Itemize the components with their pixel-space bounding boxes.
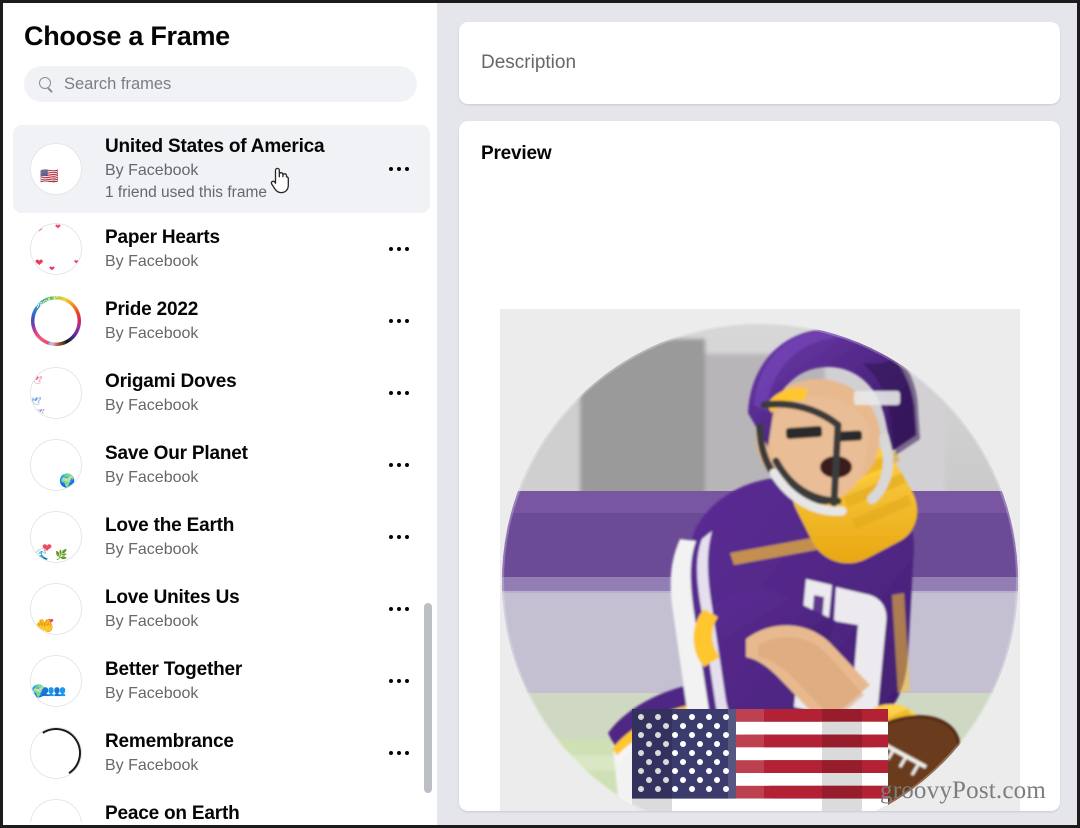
frame-note: 1 friend used this frame [105,184,267,201]
preview-label: Preview [481,143,552,164]
earth-icon: 🌊 [35,549,49,561]
frame-thumbnail: ❤ 🌊 🌿 [30,511,82,563]
frame-meta: Pride 2022 By Facebook [82,298,382,345]
list-item[interactable]: ❤ 🌊 🌿 Love the Earth By Facebook [13,501,430,573]
frame-thumbnail: 🇺🇸 [30,143,82,195]
frame-options-button[interactable] [382,592,416,626]
frame-title: Pride 2022 [105,298,199,320]
page-title: Choose a Frame [24,21,230,51]
paper-hearts-icon: ❤ [35,258,44,269]
frame-thumbnail: ❤ ❤ ❤ ❤ ❤ [30,223,82,275]
frame-options-button[interactable] [382,808,416,822]
frame-author: By Facebook [105,468,199,486]
frame-author: By Facebook [105,396,199,414]
frame-meta: Love Unites Us By Facebook [82,586,382,633]
list-item[interactable]: 🌍 Save Our Planet By Facebook [13,429,430,501]
frame-options-button[interactable] [382,520,416,554]
paper-hearts-icon: ❤ [73,260,79,266]
frame-title: Paper Hearts [105,226,220,248]
frame-title: United States of America [105,136,325,157]
paper-hearts-icon: ❤ [49,266,55,273]
frame-thumbnail: 🌍 [30,439,82,491]
list-item[interactable]: ❤ 🤲 Love Unites Us By Facebook [13,573,430,645]
planet-leaf-icon: 🌍 [59,473,76,488]
frame-meta: Better Together By Facebook [82,658,382,705]
frame-meta: Save Our Planet By Facebook [82,442,382,489]
paper-hearts-icon: ❤ [55,224,61,231]
origami-dove-icon: 🕊 [31,397,42,406]
frame-title: Save Our Planet [105,442,248,464]
frame-author: By Facebook [105,162,199,179]
search-input[interactable] [64,74,403,94]
frame-meta: Paper Hearts By Facebook [82,226,382,273]
flag-usa-icon: 🇺🇸 [40,168,59,185]
frame-options-button[interactable] [382,304,416,338]
frame-options-button[interactable] [382,664,416,698]
frame-title: Better Together [105,658,243,680]
list-item[interactable]: 🇺🇸 United States of America By Facebook … [13,125,430,213]
scrollbar-thumb[interactable] [424,603,432,793]
frame-title: Love the Earth [105,514,235,536]
frame-author: By Facebook [105,684,199,702]
scrollbar-track[interactable] [422,125,434,822]
search-frames-field[interactable] [24,66,417,102]
frame-meta: United States of America By Facebook 1 f… [82,135,382,203]
list-item[interactable]: 🕊 🕊 🕊 Origami Doves By Facebook [13,357,430,429]
preview-photo-graphic [500,309,1020,811]
frame-thumbnail: PRIDE 2022 [30,295,82,347]
frame-thumbnail: 🌍 👥👥 [30,655,82,707]
frame-thumbnail: 🕊 🕊 🕊 [30,367,82,419]
black-arc-icon [31,728,81,778]
origami-dove-icon: 🕊 [37,410,45,416]
people-icon: 👥👥 [42,686,66,697]
frame-title: Love Unites Us [105,586,240,608]
watermark: groovyPost.com [880,777,1046,804]
frame-meta: Origami Doves By Facebook [82,370,382,417]
list-item[interactable]: 🕊 Peace on Earth By Facebook [13,789,430,822]
frame-list[interactable]: 🇺🇸 United States of America By Facebook … [6,125,437,822]
frame-options-button[interactable] [382,376,416,410]
description-input[interactable] [481,52,1038,74]
frame-options-button[interactable] [382,152,416,186]
frame-author: By Facebook [105,252,199,270]
frame-author: By Facebook [105,540,199,558]
frame-meta: Love the Earth By Facebook [82,514,382,561]
preview-card: Preview groovyPost.com [459,121,1060,811]
origami-dove-icon: 🕊 [32,376,43,385]
earth-icon: 🌿 [55,550,68,561]
frame-options-button[interactable] [382,232,416,266]
frame-picker-dialog: Choose a Frame 🇺🇸 United States of Ameri… [0,0,1080,828]
frame-title: Origami Doves [105,370,237,392]
frame-options-button[interactable] [382,448,416,482]
frame-thumbnail [30,727,82,779]
frame-detail-panel: Preview [437,0,1080,828]
frame-title: Peace on Earth [105,802,240,823]
frame-author: By Facebook [105,756,199,774]
list-item[interactable]: ❤ ❤ ❤ ❤ ❤ Paper Hearts By Facebook [13,213,430,285]
frame-author: By Facebook [105,612,199,630]
list-item[interactable]: Remembrance By Facebook [13,717,430,789]
description-card[interactable] [459,22,1060,104]
frame-title: Remembrance [105,730,234,752]
hands-icon: 🤲 [35,618,54,635]
choose-frame-panel: Choose a Frame 🇺🇸 United States of Ameri… [0,0,437,828]
frame-thumbnail: ❤ 🤲 [30,583,82,635]
preview-image[interactable] [500,309,1020,811]
paper-hearts-icon: ❤ [36,225,43,234]
frame-thumbnail: 🕊 [30,799,82,822]
frame-meta: Peace on Earth By Facebook [82,802,382,823]
frame-options-button[interactable] [382,736,416,770]
frame-meta: Remembrance By Facebook [82,730,382,777]
list-item[interactable]: PRIDE 2022 Pride 2022 By Facebook [13,285,430,357]
list-item[interactable]: 🌍 👥👥 Better Together By Facebook [13,645,430,717]
search-icon [38,76,55,93]
frame-author: By Facebook [105,324,199,342]
